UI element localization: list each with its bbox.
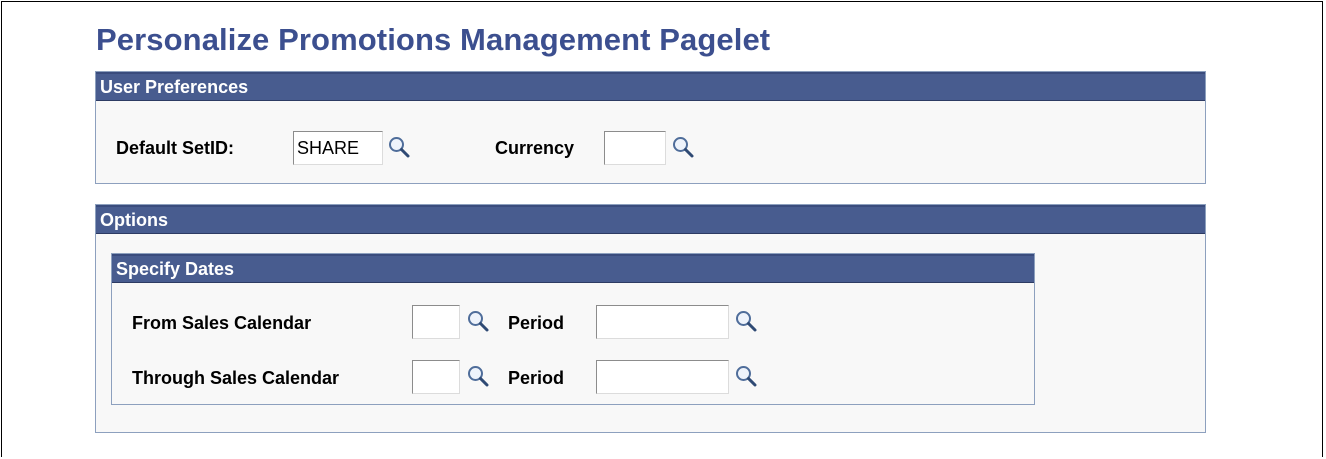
user-preferences-header: User Preferences xyxy=(96,72,1205,101)
specify-dates-header: Specify Dates xyxy=(112,254,1034,283)
from-period-lookup-icon[interactable] xyxy=(734,309,758,333)
default-setid-input[interactable] xyxy=(293,131,383,165)
currency-lookup-icon[interactable] xyxy=(671,135,695,159)
currency-label: Currency xyxy=(495,138,575,158)
through-sales-calendar-label: Through Sales Calendar xyxy=(132,368,340,388)
through-period-lookup-icon[interactable] xyxy=(734,364,758,388)
from-period-input[interactable] xyxy=(596,305,729,339)
from-sales-calendar-label: From Sales Calendar xyxy=(132,313,312,333)
from-sales-calendar-input[interactable] xyxy=(412,305,460,339)
currency-input[interactable] xyxy=(604,131,666,165)
through-sales-calendar-input[interactable] xyxy=(412,360,460,394)
from-sales-calendar-lookup-icon[interactable] xyxy=(466,309,490,333)
through-sales-calendar-lookup-icon[interactable] xyxy=(466,364,490,388)
from-period-label: Period xyxy=(508,313,565,333)
through-period-input[interactable] xyxy=(596,360,729,394)
default-setid-lookup-icon[interactable] xyxy=(387,135,411,159)
options-header: Options xyxy=(96,205,1205,234)
through-period-label: Period xyxy=(508,368,565,388)
page-title: Personalize Promotions Management Pagele… xyxy=(96,22,771,57)
default-setid-label: Default SetID: xyxy=(116,138,235,158)
user-preferences-group: User Preferences xyxy=(95,71,1206,184)
